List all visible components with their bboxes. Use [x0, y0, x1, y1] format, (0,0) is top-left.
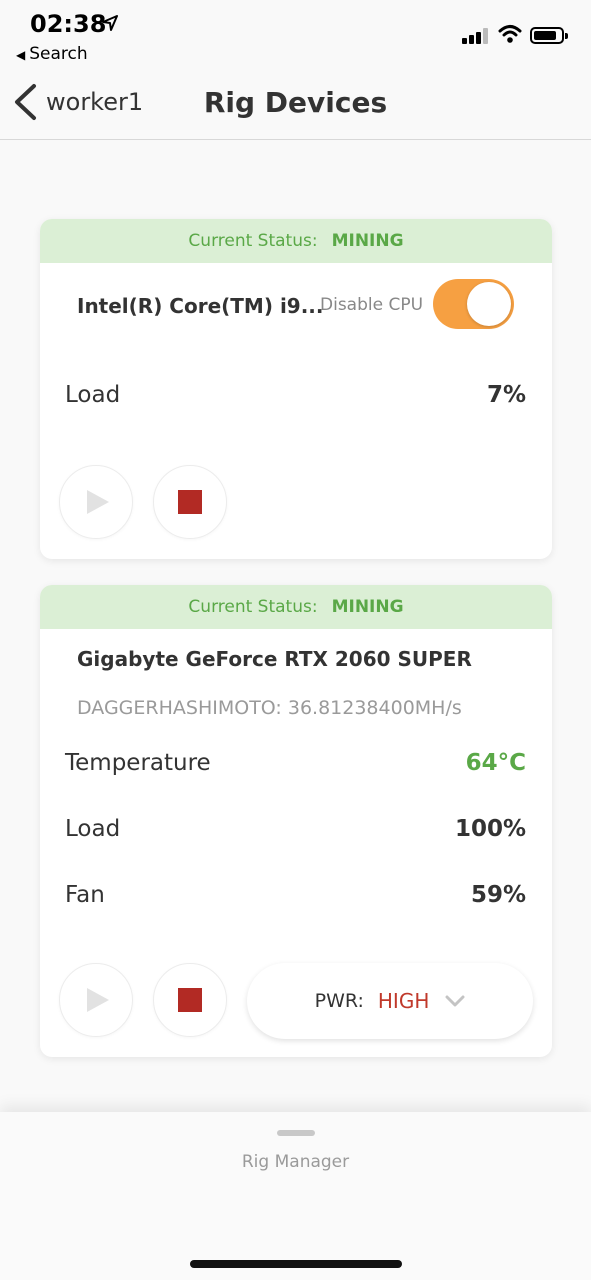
status-value: MINING [331, 231, 404, 251]
home-indicator[interactable] [190, 1260, 402, 1268]
metric-label: Load [65, 816, 121, 842]
sheet-title: Rig Manager [241, 1152, 350, 1172]
back-to-app-link[interactable]: ◀ Search [16, 44, 88, 64]
status-value: MINING [331, 597, 404, 617]
navigation-bar: worker1 Rig Devices [0, 70, 591, 140]
back-triangle-icon: ◀ [16, 48, 26, 62]
status-label: Current Status: [188, 597, 318, 617]
clock: 02:38 [30, 10, 107, 38]
metric-label: Temperature [65, 750, 211, 776]
play-icon [87, 490, 109, 514]
metric-label: Fan [65, 882, 105, 908]
metric-row-fan: Fan 59% [65, 882, 526, 908]
sheet-grabber[interactable] [277, 1130, 315, 1136]
start-button[interactable] [59, 963, 133, 1037]
stop-button[interactable] [153, 465, 227, 539]
metric-label: Load [65, 382, 121, 408]
status-bar: 02:38 ◀ Search [0, 0, 591, 70]
battery-icon [530, 27, 568, 44]
power-mode-dropdown[interactable]: PWR: HIGH [247, 963, 533, 1039]
metric-row-load: Load 7% [65, 382, 526, 408]
metric-value: 59% [470, 882, 526, 908]
bottom-sheet[interactable]: Rig Manager [0, 1112, 591, 1280]
play-icon [87, 988, 109, 1012]
metric-value: 64°C [465, 750, 526, 776]
status-banner: Current Status: MINING [40, 219, 552, 263]
toggle-label: Disable CPU [320, 295, 424, 315]
disable-cpu-toggle[interactable] [433, 279, 514, 329]
location-arrow-icon [102, 15, 118, 31]
signal-icon [462, 28, 490, 44]
page-title: Rig Devices [203, 86, 388, 119]
status-banner: Current Status: MINING [40, 585, 552, 629]
algorithm-hashrate: DAGGERHASHIMOTO: 36.81238400MH/s [77, 697, 462, 719]
power-label: PWR: [314, 990, 364, 1012]
stop-button[interactable] [153, 963, 227, 1037]
back-app-label: Search [29, 44, 88, 64]
toggle-knob [467, 282, 511, 326]
start-button[interactable] [59, 465, 133, 539]
metric-value: 100% [454, 816, 526, 842]
device-card-gpu: Current Status: MINING Gigabyte GeForce … [40, 585, 552, 1057]
chevron-down-icon [445, 995, 465, 1007]
wifi-icon [498, 25, 522, 43]
stop-icon [178, 988, 202, 1012]
power-value: HIGH [377, 989, 430, 1013]
metric-value: 7% [486, 382, 526, 408]
stop-icon [178, 490, 202, 514]
device-card-cpu: Current Status: MINING Intel(R) Core(TM)… [40, 219, 552, 559]
status-label: Current Status: [188, 231, 318, 251]
metric-row-temperature: Temperature 64°C [65, 750, 526, 776]
device-name: Intel(R) Core(TM) i9... [77, 294, 324, 318]
metric-row-load: Load 100% [65, 816, 526, 842]
device-name: Gigabyte GeForce RTX 2060 SUPER [77, 647, 472, 671]
